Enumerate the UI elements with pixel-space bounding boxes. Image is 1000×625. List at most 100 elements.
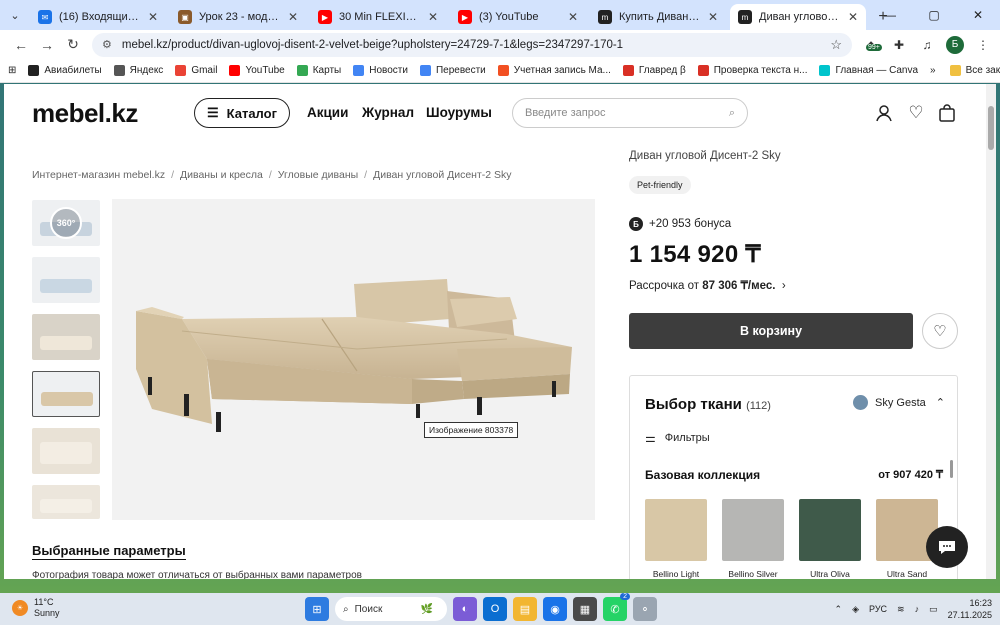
language-indicator[interactable]: РУС — [869, 604, 887, 614]
browser-tab[interactable]: ▶ (3) YouTube ✕ — [450, 4, 586, 30]
bookmark-star-icon[interactable]: ☆ — [830, 37, 842, 53]
fabric-swatch[interactable]: Ultra Oliva — [799, 499, 861, 579]
start-windows-icon[interactable]: ⊞ — [305, 597, 329, 621]
bookmark-item[interactable]: Яндекс — [113, 65, 163, 76]
panel-scrollbar[interactable] — [950, 460, 953, 478]
installment-link[interactable]: Рассрочка от 87 306 ₸/мес. › — [629, 278, 786, 292]
main-product-image[interactable]: Изображение 803378 — [112, 199, 595, 520]
bookmark-item[interactable]: Перевести — [419, 65, 486, 76]
bookmark-favicon-icon — [229, 65, 241, 76]
browser-tab[interactable]: m Диван угловой Дисент-2 ✕ — [730, 4, 866, 30]
bookmark-favicon-icon — [353, 65, 365, 76]
page-scrollbar[interactable] — [986, 84, 996, 579]
chrome-icon[interactable]: ◉ — [543, 597, 567, 621]
site-logo[interactable]: mebel.kz — [32, 98, 138, 129]
thumbnail-sofa-image — [40, 499, 92, 513]
browser-toolbar: ← → ↻ ⚙ mebel.kz/product/divan-uglovoj-d… — [0, 30, 1000, 59]
thumbnail-4[interactable] — [32, 371, 100, 417]
bookmark-item[interactable]: Gmail — [175, 65, 217, 76]
back-icon[interactable]: ← — [8, 32, 34, 58]
thumbnail-3[interactable] — [32, 314, 100, 360]
tab-search-icon[interactable]: ⌄ — [0, 0, 30, 30]
close-window-icon[interactable]: ✕ — [956, 0, 1000, 30]
tray-chevron-icon[interactable]: ⌃ — [835, 604, 843, 615]
media-icon[interactable]: ♫ — [918, 36, 936, 54]
calculator-icon[interactable]: ▦ — [573, 597, 597, 621]
app-icon[interactable]: ⚬ — [633, 597, 657, 621]
tab-close-icon[interactable]: ✕ — [848, 10, 858, 24]
whatsapp-icon[interactable]: ✆ 2 — [603, 593, 630, 621]
battery-icon[interactable]: ▭ — [929, 604, 938, 615]
bookmark-item[interactable]: Главред β — [622, 65, 686, 76]
weather-widget[interactable]: ☀ 11°C Sunny — [12, 597, 60, 619]
tab-close-icon[interactable]: ✕ — [148, 10, 158, 24]
favorites-heart-icon[interactable]: ♡ — [905, 102, 927, 124]
filters-button[interactable]: ⚌ Фильтры — [645, 431, 710, 445]
site-info-icon[interactable]: ⚙ — [102, 38, 112, 51]
nav-link-sales[interactable]: Акции — [307, 105, 348, 120]
reload-icon[interactable]: ↻ — [60, 32, 86, 58]
user-icon[interactable] — [873, 102, 895, 124]
file-explorer-icon[interactable]: ▤ — [513, 597, 537, 621]
wifi-icon[interactable]: ≋ — [897, 604, 905, 615]
breadcrumb-sofas[interactable]: Диваны и кресла — [180, 169, 263, 181]
add-to-favorites-heart-icon[interactable]: ♡ — [922, 313, 958, 349]
browser-tab[interactable]: ▶ 30 Min FLEXIBILITY + S ✕ — [310, 4, 446, 30]
bookmark-label: Gmail — [191, 65, 218, 76]
bookmark-label: Проверка текста н... — [713, 65, 808, 76]
search-input[interactable]: Введите запрос ⌕ — [512, 98, 748, 128]
catalog-button[interactable]: ☰ Каталог — [194, 98, 290, 128]
bookmark-item[interactable]: Учетная запись Ма... — [497, 65, 611, 76]
outlook-icon[interactable]: O — [483, 597, 507, 621]
thumbnail-6[interactable] — [32, 485, 100, 519]
add-to-cart-button[interactable]: В корзину — [629, 313, 913, 349]
menu-dots-icon[interactable]: ⋮ — [974, 36, 992, 54]
fabric-swatch[interactable]: Bellino Silver — [722, 499, 784, 579]
bookmark-item[interactable]: Главная — Canva — [819, 65, 918, 76]
scrollbar-thumb[interactable] — [988, 106, 994, 150]
chat-bubble-icon[interactable] — [926, 526, 968, 568]
address-bar[interactable]: ⚙ mebel.kz/product/divan-uglovoj-disent-… — [92, 32, 852, 57]
copilot-icon[interactable]: ◐ — [453, 597, 477, 621]
forward-icon[interactable]: → — [34, 32, 60, 58]
apps-grid-icon[interactable]: ⊞ — [8, 65, 16, 76]
browser-tab[interactable]: ✉ (16) Входящие - Почта ✕ — [30, 4, 166, 30]
maximize-icon[interactable]: ▢ — [912, 0, 956, 30]
thumbnail-2[interactable] — [32, 257, 100, 303]
cart-bag-icon[interactable] — [936, 102, 958, 124]
selected-params-heading[interactable]: Выбранные параметры — [32, 543, 186, 560]
extension-icon[interactable]: ◆99+ — [862, 36, 882, 54]
volume-icon[interactable]: ♪ — [915, 604, 920, 614]
bookmark-item[interactable]: Карты — [296, 65, 341, 76]
tab-close-icon[interactable]: ✕ — [428, 10, 438, 24]
profile-avatar[interactable]: Б — [946, 35, 964, 54]
thumbnail-5[interactable] — [32, 428, 100, 474]
browser-tab[interactable]: ▣ Урок 23 - моделирование ✕ — [170, 4, 306, 30]
tab-close-icon[interactable]: ✕ — [288, 10, 298, 24]
bookmark-item[interactable]: Проверка текста н... — [697, 65, 808, 76]
nav-link-showrooms[interactable]: Шоурумы — [426, 105, 492, 120]
breadcrumb-home[interactable]: Интернет-магазин mebel.kz — [32, 169, 165, 181]
all-bookmarks-folder[interactable]: Все закладки — [949, 65, 1000, 76]
bookmark-item[interactable]: YouTube — [229, 65, 285, 76]
minimize-icon[interactable]: — — [868, 0, 912, 30]
fabric-selected-toggle[interactable]: Sky Gesta ⌃ — [853, 395, 945, 410]
breadcrumb-separator: / — [171, 169, 175, 181]
search-icon[interactable]: ⌕ — [729, 107, 735, 120]
fabric-swatch[interactable]: Bellino Light — [645, 499, 707, 579]
breadcrumb-corner-sofas[interactable]: Угловые диваны — [278, 169, 358, 181]
bookmarks-overflow-icon[interactable]: » — [930, 65, 936, 76]
browser-tab[interactable]: m Купить Диваны в Алматы ✕ — [590, 4, 726, 30]
bookmark-item[interactable]: Новости — [353, 65, 408, 76]
thumbnail-360[interactable]: 360° — [32, 200, 100, 246]
tab-close-icon[interactable]: ✕ — [708, 10, 718, 24]
clock[interactable]: 16:23 27.11.2025 — [948, 597, 992, 621]
bookmark-item[interactable]: Авиабилеты — [28, 65, 102, 76]
nav-link-journal[interactable]: Журнал — [362, 105, 414, 120]
tray-app-icon[interactable]: ◈ — [852, 604, 859, 615]
tab-close-icon[interactable]: ✕ — [568, 10, 578, 24]
taskbar-search[interactable]: ⌕ Поиск 🌿 — [335, 597, 447, 621]
tab-favicon-icon: ✉ — [38, 10, 52, 24]
chevron-up-icon: ⌃ — [935, 397, 945, 409]
extensions-puzzle-icon[interactable]: ✚ — [890, 36, 908, 54]
